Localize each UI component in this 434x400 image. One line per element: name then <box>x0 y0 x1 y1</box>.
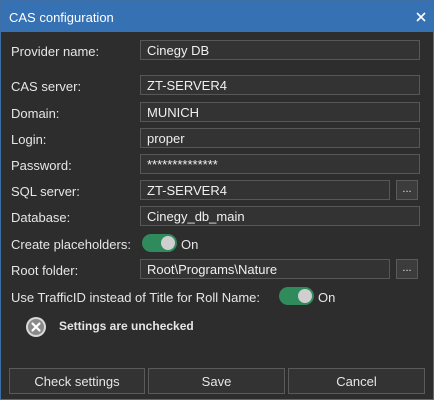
database-row: Database: Cinegy_db_main <box>11 206 423 228</box>
cas-configuration-dialog: CAS configuration Provider name: Cinegy … <box>0 0 434 400</box>
form-area: Provider name: Cinegy DB CAS server: ZT-… <box>1 32 433 365</box>
password-field[interactable]: ************** <box>140 154 420 174</box>
password-row: Password: ************** <box>11 154 423 176</box>
root-folder-field[interactable]: Root\Programs\Nature <box>140 259 390 279</box>
close-icon <box>416 12 426 22</box>
cancel-button[interactable]: Cancel <box>288 368 425 394</box>
sql-server-row: SQL server: ZT-SERVER4 ... <box>11 180 423 202</box>
login-field[interactable]: proper <box>140 128 420 148</box>
create-placeholders-toggle[interactable] <box>142 234 177 252</box>
save-button[interactable]: Save <box>148 368 285 394</box>
close-button[interactable] <box>411 7 431 27</box>
provider-name-label: Provider name: <box>11 44 100 59</box>
cas-server-row: CAS server: ZT-SERVER4 <box>11 75 423 97</box>
domain-row: Domain: MUNICH <box>11 102 423 124</box>
use-trafficid-row: Use TrafficID instead of Title for Roll … <box>11 286 423 308</box>
dialog-footer: Check settings Save Cancel <box>1 365 433 399</box>
login-label: Login: <box>11 132 47 147</box>
create-placeholders-row: Create placeholders: On <box>11 233 423 255</box>
sql-server-field[interactable]: ZT-SERVER4 <box>140 180 390 200</box>
toggle-knob <box>298 289 312 303</box>
root-folder-label: Root folder: <box>11 263 79 278</box>
cas-server-field[interactable]: ZT-SERVER4 <box>140 75 420 95</box>
toggle-knob <box>161 236 175 250</box>
domain-label: Domain: <box>11 106 60 121</box>
password-label: Password: <box>11 158 72 173</box>
create-placeholders-state: On <box>181 237 199 252</box>
root-folder-row: Root folder: Root\Programs\Nature ... <box>11 259 423 281</box>
status-text: Settings are unchecked <box>59 319 194 333</box>
cas-server-label: CAS server: <box>11 79 82 94</box>
title-bar: CAS configuration <box>1 1 433 32</box>
error-circle-icon <box>26 317 46 337</box>
domain-field[interactable]: MUNICH <box>140 102 420 122</box>
check-settings-button[interactable]: Check settings <box>9 368 145 394</box>
use-trafficid-toggle[interactable] <box>279 287 314 305</box>
provider-name-field[interactable]: Cinegy DB <box>140 40 420 60</box>
window-title: CAS configuration <box>9 10 114 25</box>
sql-server-label: SQL server: <box>11 184 80 199</box>
login-row: Login: proper <box>11 128 423 150</box>
create-placeholders-label: Create placeholders: <box>11 237 131 252</box>
database-field[interactable]: Cinegy_db_main <box>140 206 420 226</box>
use-trafficid-label: Use TrafficID instead of Title for Roll … <box>11 290 261 305</box>
database-label: Database: <box>11 210 71 225</box>
root-folder-browse-button[interactable]: ... <box>396 259 418 279</box>
provider-name-row: Provider name: Cinegy DB <box>11 40 423 62</box>
use-trafficid-state: On <box>318 290 336 305</box>
sql-server-browse-button[interactable]: ... <box>396 180 418 200</box>
